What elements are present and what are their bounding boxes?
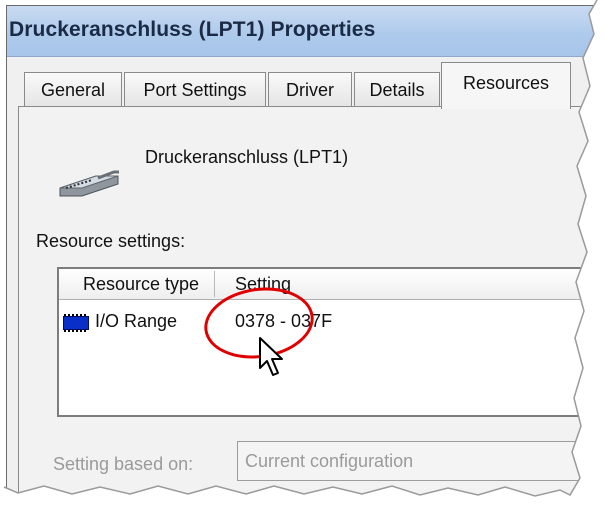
- tab-label: Resources: [462, 73, 550, 93]
- tab-resources[interactable]: Resources: [441, 62, 571, 109]
- screenshot-frame: Druckeranschluss (LPT1) Properties Gener…: [0, 0, 611, 508]
